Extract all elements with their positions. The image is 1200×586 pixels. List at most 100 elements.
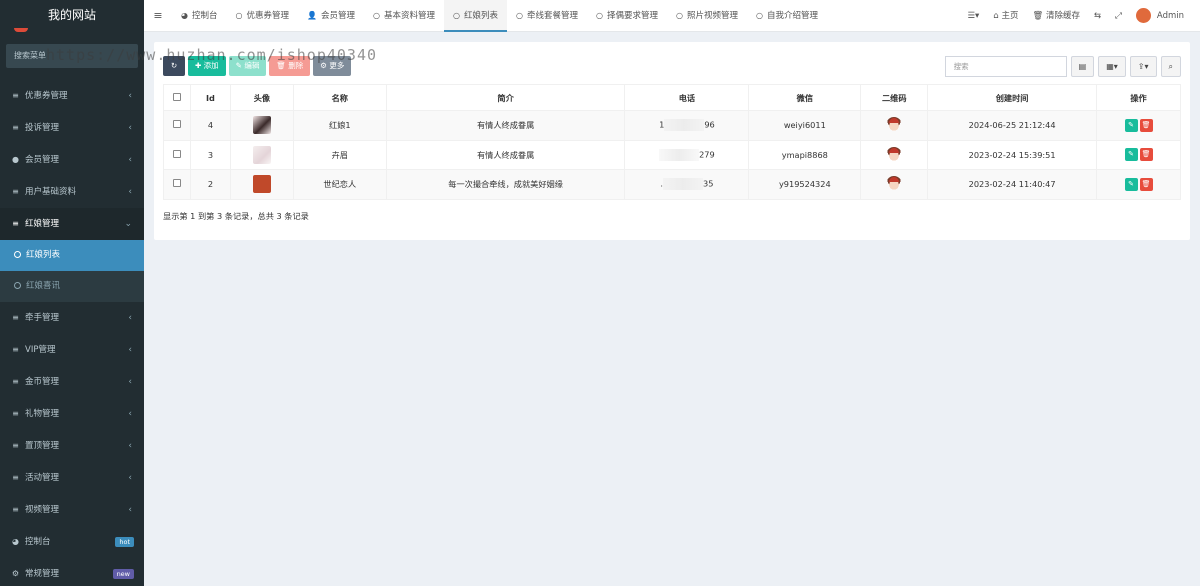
avatar[interactable]: [252, 145, 271, 164]
sidebar-item-members[interactable]: ● 会员管理 ‹: [0, 144, 144, 176]
column-header-phone[interactable]: 电话: [624, 84, 750, 111]
tab-packages[interactable]: ○ 牵线套餐管理: [507, 0, 587, 32]
row-delete-button[interactable]: 🗑: [1139, 148, 1153, 162]
home-label: 主页: [1001, 11, 1019, 21]
row-checkbox[interactable]: [172, 120, 181, 129]
row-edit-button[interactable]: ✎: [1124, 177, 1138, 191]
columns-button[interactable]: ▦▾: [1098, 56, 1126, 77]
select-all-checkbox[interactable]: [172, 92, 181, 101]
column-header-intro[interactable]: 简介: [385, 84, 626, 111]
tab-self-intro[interactable]: ○ 自我介绍管理: [747, 0, 827, 32]
tab-list-dropdown[interactable]: ☰▾: [960, 0, 986, 32]
circle-icon: ○: [452, 10, 460, 20]
sidebar-item-user-basics[interactable]: ≡ 用户基础资料 ‹: [0, 176, 144, 208]
qrcode-cell: [860, 169, 929, 200]
list-icon: ≡: [12, 123, 19, 132]
created-cell: 2023-02-24 11:40:47: [927, 169, 1098, 200]
row-delete-button[interactable]: 🗑: [1139, 118, 1153, 132]
row-delete-button[interactable]: 🗑: [1139, 177, 1153, 191]
id-cell: 4: [189, 110, 231, 141]
row-edit-button[interactable]: ✎: [1124, 118, 1138, 132]
avatar[interactable]: [252, 175, 271, 194]
tab-coupons[interactable]: ○ 优惠券管理: [227, 0, 299, 32]
list-icon: ≡: [12, 91, 19, 100]
row-select-cell[interactable]: [163, 169, 191, 200]
sidebar-item-general[interactable]: ⚙ 常规管理 new: [0, 558, 144, 586]
table-search-input[interactable]: 搜索: [944, 56, 1067, 77]
sidebar-item-label: 金币管理: [25, 377, 60, 387]
hot-badge: hot: [115, 537, 134, 547]
created-cell: 2024-06-25 21:12:44: [927, 110, 1098, 141]
qrcode-thumbnail-icon[interactable]: [886, 117, 903, 134]
clear-cache-label: 清除缓存: [1045, 11, 1080, 21]
phone-cell: . 35: [624, 169, 750, 200]
sidebar-item-coupons[interactable]: ≡ 优惠券管理 ‹: [0, 80, 144, 112]
sidebar-subitem-matchmaker-news[interactable]: 红娘喜讯: [0, 271, 144, 302]
qrcode-thumbnail-icon[interactable]: [886, 146, 903, 163]
user-menu[interactable]: Admin: [1129, 0, 1200, 32]
tab-label: 红娘列表: [463, 10, 498, 21]
row-select-cell[interactable]: [163, 139, 191, 170]
sidebar-item-label: 牵手管理: [25, 313, 60, 323]
tab-basic-info[interactable]: ○ 基本资料管理: [364, 0, 444, 32]
column-header-qrcode: 二维码: [860, 84, 929, 111]
sidebar-item-label: 投诉管理: [25, 123, 60, 133]
tab-matchmaker-list[interactable]: ○ 红娘列表: [443, 0, 507, 32]
list-icon: ≡: [12, 187, 19, 196]
circle-icon: ○: [372, 10, 380, 20]
row-edit-button[interactable]: ✎: [1124, 148, 1138, 162]
tab-spouse-requirements[interactable]: ○ 择偶要求管理: [587, 0, 667, 32]
user-name: Admin: [1156, 11, 1184, 21]
avatar[interactable]: [252, 116, 271, 135]
column-header-created[interactable]: 创建时间: [927, 84, 1098, 111]
export-button[interactable]: ⇪▾: [1129, 56, 1157, 77]
sidebar-item-handshake[interactable]: ≡ 牵手管理 ‹: [0, 302, 144, 334]
tab-members[interactable]: 👤 会员管理: [298, 0, 364, 32]
sidebar-item-gifts[interactable]: ≡ 礼物管理 ‹: [0, 398, 144, 430]
chevron-left-icon: ‹: [128, 441, 132, 451]
sidebar-item-label: 红娘管理: [25, 219, 60, 229]
sidebar-item-coins[interactable]: ≡ 金币管理 ‹: [0, 366, 144, 398]
sidebar-subitem-matchmaker-list[interactable]: 红娘列表: [0, 240, 144, 271]
sidebar-item-matchmakers[interactable]: ≡ 红娘管理 ⌄: [0, 208, 144, 240]
sidebar-item-dashboard[interactable]: ◕ 控制台 hot: [0, 526, 144, 558]
language-button[interactable]: ⇆: [1087, 0, 1108, 32]
tab-label: 牵线套餐管理: [526, 10, 578, 21]
qrcode-thumbnail-icon[interactable]: [886, 176, 903, 193]
name-cell: 世纪恋人: [292, 169, 387, 200]
table-row[interactable]: 4 红娘1 有情人终成眷属 1 96 weiyi6011 2024-06-25 2…: [163, 110, 1181, 141]
wechat-cell: weiyi6011: [748, 110, 862, 141]
site-logo[interactable]: 我的网站: [0, 0, 144, 32]
advanced-search-button[interactable]: ⌕: [1160, 56, 1181, 77]
clear-cache-button[interactable]: 🗑 清除缓存: [1025, 0, 1087, 32]
user-icon: 👤: [307, 10, 317, 20]
sidebar-item-activities[interactable]: ≡ 活动管理 ‹: [0, 462, 144, 494]
row-checkbox[interactable]: [172, 179, 181, 188]
column-header-name[interactable]: 名称: [292, 84, 387, 111]
row-select-cell[interactable]: [163, 110, 191, 141]
fullscreen-button[interactable]: ⤢: [1108, 0, 1129, 32]
sidebar-item-vip[interactable]: ≡ VIP管理 ‹: [0, 334, 144, 366]
table-row[interactable]: 3 卉眉 有情人终成眷属 279 ymapi8868 2023-02-24 15…: [163, 139, 1181, 170]
pagination-info: 显示第 1 到第 3 条记录，总共 3 条记录: [163, 211, 309, 221]
tab-dashboard[interactable]: ◕ 控制台: [172, 0, 227, 32]
table-header-row: Id 头像 名称 简介 电话 微信 二维码 创建时间 操作: [163, 84, 1181, 111]
hamburger-menu-icon[interactable]: ≡: [144, 9, 172, 22]
sidebar-item-pinning[interactable]: ≡ 置顶管理 ‹: [0, 430, 144, 462]
select-all-header[interactable]: [163, 84, 191, 111]
column-header-id[interactable]: Id: [189, 84, 231, 111]
column-header-wechat[interactable]: 微信: [748, 84, 862, 111]
row-checkbox[interactable]: [172, 149, 181, 158]
phone-cell: 1 96: [624, 110, 750, 141]
home-link[interactable]: ⌂ 主页: [986, 0, 1025, 32]
logo-dot-icon: [14, 28, 28, 32]
table-row[interactable]: 2 世纪恋人 每一次撮合牵线，成就美好姻缘 . 35 y919524324 202…: [163, 169, 1181, 200]
tab-label: 会员管理: [320, 10, 355, 21]
id-cell: 3: [189, 139, 231, 170]
sidebar-item-complaints[interactable]: ≡ 投诉管理 ‹: [0, 112, 144, 144]
tab-photos-videos[interactable]: ○ 照片视频管理: [667, 0, 747, 32]
avatar-cell: [229, 139, 294, 170]
toggle-view-button[interactable]: ▤: [1070, 56, 1095, 77]
columns-icon: ▦▾: [1106, 62, 1118, 71]
sidebar-item-videos[interactable]: ≡ 视频管理 ‹: [0, 494, 144, 526]
